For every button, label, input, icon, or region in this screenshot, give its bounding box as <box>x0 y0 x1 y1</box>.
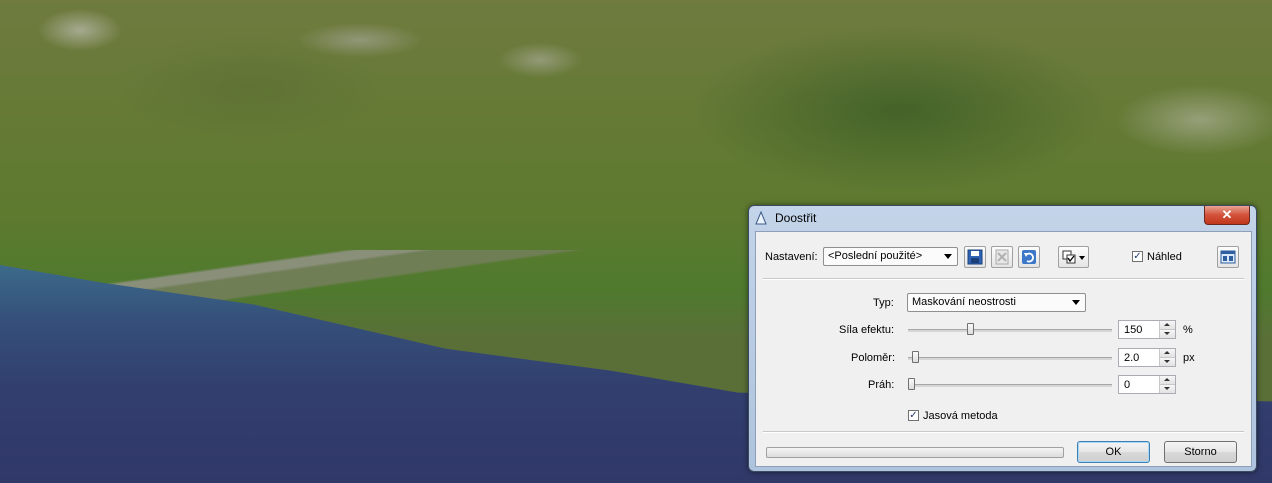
spin-up-icon[interactable] <box>1159 349 1175 358</box>
type-combo[interactable]: Maskování neostrosti <box>907 293 1086 312</box>
threshold-label: Práh: <box>868 379 895 391</box>
threshold-value: 0 <box>1124 379 1131 391</box>
strength-label: Síla efektu: <box>839 324 895 336</box>
strength-value: 150 <box>1124 324 1143 336</box>
radius-value: 2.0 <box>1124 352 1140 364</box>
spin-down-icon[interactable] <box>1159 385 1175 393</box>
chevron-down-icon <box>1072 300 1080 305</box>
radius-slider-track[interactable] <box>908 357 1112 360</box>
spin-up-icon[interactable] <box>1159 321 1175 330</box>
reset-button[interactable] <box>1018 246 1040 268</box>
preview-checkbox[interactable]: ✓ <box>1132 251 1143 262</box>
threshold-spinbox[interactable]: 0 <box>1118 375 1176 394</box>
radius-slider-thumb[interactable] <box>912 351 919 363</box>
radius-spinbox[interactable]: 2.0 <box>1118 348 1176 367</box>
settings-label: Nastavení: <box>765 251 818 263</box>
cancel-button[interactable]: Storno <box>1164 441 1237 463</box>
strength-unit: % <box>1183 324 1193 336</box>
radius-label: Poloměr: <box>851 352 896 364</box>
settings-value: <Poslední použité> <box>828 250 923 262</box>
spin-down-icon[interactable] <box>1159 330 1175 338</box>
options-menu-button[interactable] <box>1058 246 1089 268</box>
undo-icon <box>1022 250 1036 264</box>
strength-slider-thumb[interactable] <box>967 323 974 335</box>
radius-unit: px <box>1183 352 1195 364</box>
sharpen-dialog: Doostřit ✕ Nastavení: <Poslední použité> <box>748 205 1257 472</box>
chevron-down-icon <box>944 254 952 259</box>
luminance-label: Jasová metoda <box>923 410 998 422</box>
layout-toggle-button[interactable] <box>1217 246 1239 268</box>
checkbox-menu-icon <box>1062 250 1085 264</box>
type-label: Typ: <box>873 297 894 309</box>
spin-up-icon[interactable] <box>1159 376 1175 385</box>
save-preset-button[interactable] <box>964 246 986 268</box>
separator <box>763 431 1244 433</box>
dialog-body: Nastavení: <Poslední použité> ✓ Náhled T… <box>755 231 1252 467</box>
threshold-slider-track[interactable] <box>908 384 1112 387</box>
delete-icon <box>995 249 1009 265</box>
strength-spinbox[interactable]: 150 <box>1118 320 1176 339</box>
triangle-icon <box>755 211 767 225</box>
luminance-checkbox[interactable]: ✓ <box>908 410 919 421</box>
floppy-disk-icon <box>967 249 983 265</box>
strength-slider-track[interactable] <box>908 329 1112 332</box>
close-button[interactable]: ✕ <box>1204 206 1250 225</box>
type-value: Maskování neostrosti <box>912 296 1016 308</box>
ok-button[interactable]: OK <box>1077 441 1150 463</box>
delete-preset-button[interactable] <box>991 246 1013 268</box>
dialog-title: Doostřit <box>775 211 817 225</box>
split-view-icon <box>1220 250 1236 264</box>
preview-label: Náhled <box>1147 251 1182 263</box>
threshold-slider-thumb[interactable] <box>908 378 915 390</box>
separator <box>763 278 1244 280</box>
title-bar[interactable]: Doostřit ✕ <box>749 206 1256 230</box>
progress-bar <box>766 447 1064 458</box>
spin-down-icon[interactable] <box>1159 358 1175 366</box>
settings-combo[interactable]: <Poslední použité> <box>823 247 958 266</box>
